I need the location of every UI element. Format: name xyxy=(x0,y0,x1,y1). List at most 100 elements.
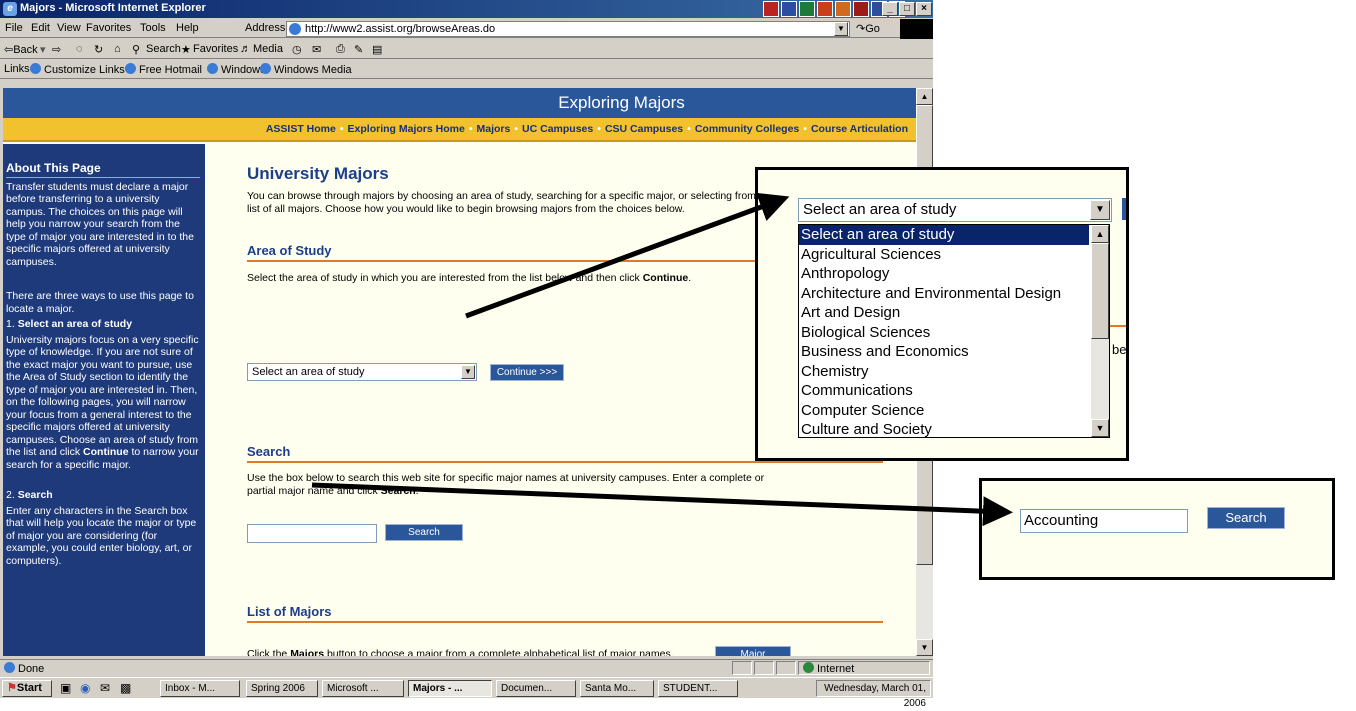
menu-view[interactable]: View xyxy=(57,22,81,34)
page-header: Exploring Majors xyxy=(3,88,916,118)
menu-tools[interactable]: Tools xyxy=(140,22,166,34)
status-pane xyxy=(754,661,774,675)
task-inbox[interactable]: Inbox - M... xyxy=(160,680,240,697)
list-item[interactable]: Art and Design xyxy=(799,303,1089,323)
edit-icon[interactable]: ✎ xyxy=(354,43,363,56)
select-value: Select an area of study xyxy=(252,366,365,378)
search-button[interactable]: Search xyxy=(146,43,181,55)
task-santa-monica[interactable]: Santa Mo... xyxy=(580,680,654,697)
menu-help[interactable]: Help xyxy=(176,22,199,34)
list-scrollbar[interactable]: ▲ ▼ xyxy=(1091,225,1109,437)
menu-file[interactable]: File xyxy=(5,22,23,34)
home-icon[interactable]: ⌂ xyxy=(114,43,121,55)
zoom-options-list[interactable]: Select an area of study Agricultural Sci… xyxy=(798,224,1110,438)
address-field[interactable]: http://www2.assist.org/browseAreas.do xyxy=(286,21,850,37)
address-dropdown-icon[interactable]: ▼ xyxy=(834,22,848,36)
area-instructions: Select the area of study in which you ar… xyxy=(247,272,767,285)
history-icon[interactable]: ◷ xyxy=(292,43,302,56)
list-item[interactable]: Computer Science xyxy=(799,401,1089,421)
close-button[interactable]: × xyxy=(916,2,932,16)
task-student[interactable]: STUDENT... xyxy=(658,680,738,697)
print-icon[interactable]: ⎙ xyxy=(336,43,345,56)
list-item[interactable]: Agricultural Sciences xyxy=(799,245,1089,265)
list-item[interactable]: Communications xyxy=(799,381,1089,401)
nav-csu-campuses[interactable]: CSU Campuses xyxy=(605,123,683,135)
chevron-down-icon: ▼ xyxy=(1090,200,1110,220)
major-button[interactable]: Major xyxy=(715,646,791,656)
sidebar-intro: Transfer students must declare a major b… xyxy=(6,180,194,268)
nav-course-articulation[interactable]: Course Articulation xyxy=(811,123,908,135)
media-icon[interactable]: ♬ xyxy=(240,43,251,55)
back-dropdown-icon[interactable]: ▾ xyxy=(40,43,46,56)
list-item[interactable]: Culture and Society xyxy=(799,420,1089,437)
window-title: Majors - Microsoft Internet Explorer xyxy=(20,2,206,14)
sidebar-step1-title: 1. Select an area of study xyxy=(6,318,200,331)
access-icon[interactable] xyxy=(853,1,869,17)
word-icon[interactable] xyxy=(781,1,797,17)
search-icon[interactable]: ⚲ xyxy=(132,43,140,56)
ie-quicklaunch-icon[interactable]: ◉ xyxy=(80,681,90,695)
nav-community-colleges[interactable]: Community Colleges xyxy=(695,123,799,135)
maximize-button[interactable]: □ xyxy=(899,2,915,16)
search-button[interactable]: Search xyxy=(385,524,463,541)
forward-button[interactable]: ⇨ xyxy=(52,43,61,56)
zoom-callout-search: Accounting Search xyxy=(979,478,1335,580)
media-button[interactable]: Media xyxy=(253,43,283,55)
scroll-up-icon[interactable]: ▲ xyxy=(916,88,933,105)
discuss-icon[interactable]: ▤ xyxy=(372,43,382,56)
outlook-icon[interactable] xyxy=(835,1,851,17)
scroll-thumb[interactable] xyxy=(1091,243,1109,339)
back-button[interactable]: ⇦Back xyxy=(4,43,38,56)
minimize-button[interactable]: _ xyxy=(882,2,898,16)
nav-assist-home[interactable]: ASSIST Home xyxy=(266,123,336,135)
mail-icon[interactable]: ✉ xyxy=(312,43,321,56)
scroll-up-icon[interactable]: ▲ xyxy=(1091,225,1109,243)
nav-uc-campuses[interactable]: UC Campuses xyxy=(522,123,593,135)
clock: Wednesday, March 01, 2006 xyxy=(816,680,931,709)
app-quicklaunch-icon[interactable]: ▩ xyxy=(120,681,131,695)
task-microsoft[interactable]: Microsoft ... xyxy=(322,680,404,697)
search-instructions: Use the box below to search this web sit… xyxy=(247,472,767,498)
scroll-down-icon[interactable]: ▼ xyxy=(1091,419,1109,437)
area-select[interactable]: Select an area of study ▼ xyxy=(247,363,477,381)
refresh-icon[interactable]: ↻ xyxy=(94,43,103,56)
powerpoint-icon[interactable] xyxy=(817,1,833,17)
favorites-icon[interactable]: ★ xyxy=(181,43,191,56)
menu-edit[interactable]: Edit xyxy=(31,22,50,34)
zoom-area-select[interactable]: Select an area of study ▼ xyxy=(798,198,1112,222)
list-item[interactable]: Business and Economics xyxy=(799,342,1089,362)
list-item[interactable]: Select an area of study xyxy=(799,225,1089,245)
search-input[interactable] xyxy=(247,524,377,543)
link-free-hotmail[interactable]: Free Hotmail xyxy=(125,63,202,76)
step-number: 1. xyxy=(6,318,18,330)
continue-button[interactable]: Continue >>> xyxy=(490,364,564,381)
task-majors[interactable]: Majors - ... xyxy=(408,680,492,697)
go-button[interactable]: ↷Go xyxy=(856,22,880,35)
sidebar-step2-title: 2. Search xyxy=(6,489,200,502)
menu-favorites[interactable]: Favorites xyxy=(86,22,131,34)
stop-icon[interactable]: ◌ xyxy=(76,43,83,55)
link-windows[interactable]: Windows xyxy=(207,63,266,76)
nav-exploring-majors-home[interactable]: Exploring Majors Home xyxy=(348,123,465,135)
list-item[interactable]: Biological Sciences xyxy=(799,323,1089,343)
instr-text: Click the xyxy=(247,648,291,656)
task-spring-2006[interactable]: Spring 2006 xyxy=(246,680,318,697)
app-icon[interactable] xyxy=(763,1,779,17)
list-item[interactable]: Anthropology xyxy=(799,264,1089,284)
zoom-search-button[interactable]: Search xyxy=(1207,507,1285,529)
task-document[interactable]: Documen... xyxy=(496,680,576,697)
list-item[interactable]: Chemistry xyxy=(799,362,1089,382)
standard-toolbar: ⇦Back ▾ ⇨ ◌ ↻ ⌂ ⚲ Search ★ Favorites ♬ M… xyxy=(0,39,933,59)
outlook-quicklaunch-icon[interactable]: ✉ xyxy=(100,681,110,695)
zoom-search-input[interactable]: Accounting xyxy=(1020,509,1188,533)
nav-majors[interactable]: Majors xyxy=(477,123,511,135)
step-text: University majors focus on a very specif… xyxy=(6,333,199,459)
link-customize-links[interactable]: Customize Links xyxy=(30,63,125,76)
excel-icon[interactable] xyxy=(799,1,815,17)
start-button[interactable]: ⚑Start xyxy=(2,680,52,697)
list-item[interactable]: Architecture and Environmental Design xyxy=(799,284,1089,304)
link-windows-media[interactable]: Windows Media xyxy=(260,63,352,76)
favorites-button[interactable]: Favorites xyxy=(193,43,238,55)
scroll-down-icon[interactable]: ▼ xyxy=(916,639,933,656)
desktop-icon[interactable]: ▣ xyxy=(60,681,71,695)
